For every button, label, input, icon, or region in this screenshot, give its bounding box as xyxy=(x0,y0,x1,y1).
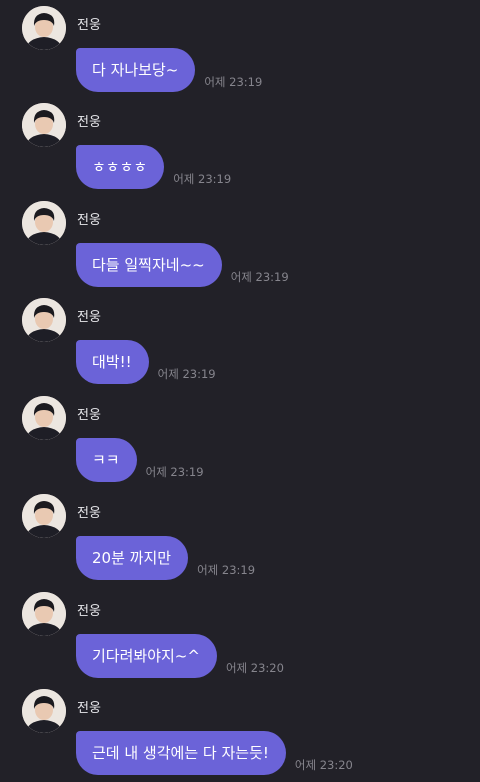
sender-name: 전웅 xyxy=(77,115,101,130)
message-item: 전웅 대박!! 어제 23:19 xyxy=(0,294,480,391)
sender-name: 전웅 xyxy=(77,701,101,716)
message-timestamp: 어제 23:19 xyxy=(204,75,263,89)
chat-message-list[interactable]: 전웅 다 자나보당~ 어제 23:19 전웅 ㅎㅎㅎㅎ 어제 23:19 전웅 … xyxy=(0,0,480,780)
message-bubble[interactable]: ㅋㅋ xyxy=(76,438,137,482)
message-bubble[interactable]: 대박!! xyxy=(76,340,149,384)
message-timestamp: 어제 23:20 xyxy=(294,758,353,772)
message-item: 전웅 다들 일찍자네~~ 어제 23:19 xyxy=(0,197,480,294)
message-item: 전웅 다 자나보당~ 어제 23:19 xyxy=(0,2,480,99)
sender-name: 전웅 xyxy=(77,506,101,521)
avatar[interactable] xyxy=(22,494,66,538)
message-timestamp: 어제 23:19 xyxy=(173,172,232,186)
message-bubble[interactable]: 근데 내 생각에는 다 자는듯! xyxy=(76,731,286,775)
avatar[interactable] xyxy=(22,396,66,440)
message-bubble[interactable]: 다들 일찍자네~~ xyxy=(76,243,222,287)
message-timestamp: 어제 23:20 xyxy=(225,661,284,675)
message-timestamp: 어제 23:19 xyxy=(230,270,289,284)
sender-name: 전웅 xyxy=(77,18,101,33)
message-timestamp: 어제 23:19 xyxy=(157,367,216,381)
sender-name: 전웅 xyxy=(77,213,101,228)
message-row: 대박!! 어제 23:19 xyxy=(76,340,216,384)
message-item: 전웅 근데 내 생각에는 다 자는듯! 어제 23:20 xyxy=(0,685,480,782)
message-item: 전웅 20분 까지만 어제 23:19 xyxy=(0,490,480,587)
message-row: ㅎㅎㅎㅎ 어제 23:19 xyxy=(76,145,231,189)
avatar[interactable] xyxy=(22,689,66,733)
avatar[interactable] xyxy=(22,201,66,245)
message-bubble[interactable]: 20분 까지만 xyxy=(76,536,189,580)
sender-name: 전웅 xyxy=(77,408,101,423)
avatar[interactable] xyxy=(22,103,66,147)
message-item: 전웅 ㅎㅎㅎㅎ 어제 23:19 xyxy=(0,99,480,196)
message-timestamp: 어제 23:19 xyxy=(145,465,204,479)
avatar[interactable] xyxy=(22,298,66,342)
message-item: 전웅 기다려봐야지~^ 어제 23:20 xyxy=(0,588,480,685)
message-row: 기다려봐야지~^ 어제 23:20 xyxy=(76,634,284,678)
message-row: ㅋㅋ 어제 23:19 xyxy=(76,438,204,482)
message-item: 전웅 ㅋㅋ 어제 23:19 xyxy=(0,392,480,489)
message-row: 근데 내 생각에는 다 자는듯! 어제 23:20 xyxy=(76,731,353,775)
message-bubble[interactable]: 기다려봐야지~^ xyxy=(76,634,217,678)
message-bubble[interactable]: ㅎㅎㅎㅎ xyxy=(76,145,165,189)
message-row: 다들 일찍자네~~ 어제 23:19 xyxy=(76,243,289,287)
avatar[interactable] xyxy=(22,6,66,50)
message-bubble[interactable]: 다 자나보당~ xyxy=(76,48,196,92)
message-row: 다 자나보당~ 어제 23:19 xyxy=(76,48,262,92)
sender-name: 전웅 xyxy=(77,604,101,619)
message-timestamp: 어제 23:19 xyxy=(197,563,256,577)
avatar[interactable] xyxy=(22,592,66,636)
sender-name: 전웅 xyxy=(77,310,101,325)
message-row: 20분 까지만 어제 23:19 xyxy=(76,536,255,580)
